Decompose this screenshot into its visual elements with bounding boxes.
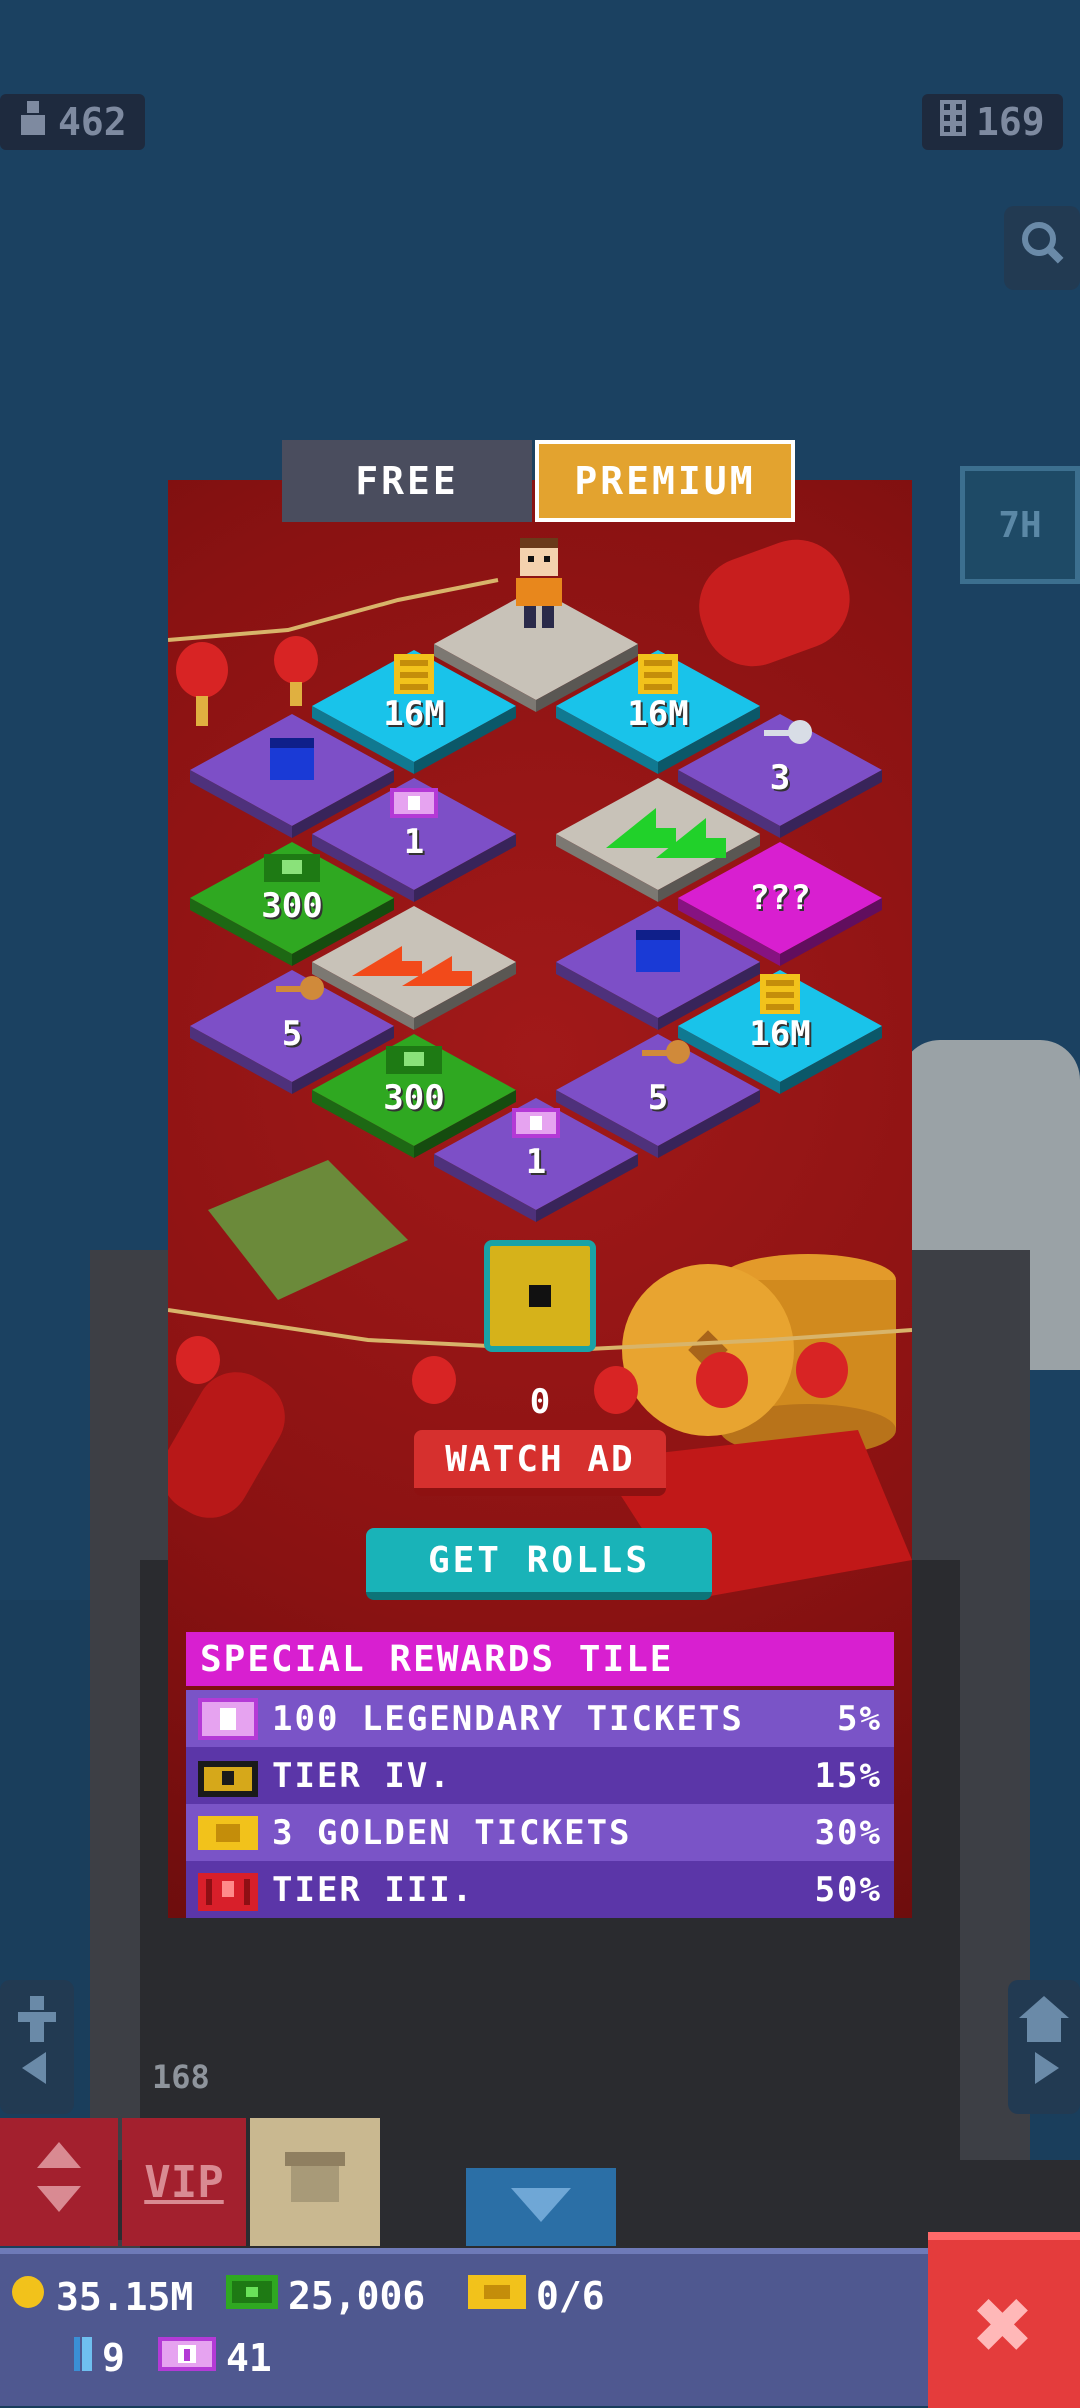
legendary-ticket-icon xyxy=(390,788,438,818)
special-rewards-title: SPECIAL REWARDS TILE xyxy=(186,1632,894,1686)
currency-bar: 35.15M 25,006 0/6 9 41 xyxy=(0,2248,930,2406)
board-tile-legendary-ticket: 1 xyxy=(434,1098,638,1222)
search-icon xyxy=(1017,217,1067,279)
legendary-tickets-display: 41 xyxy=(158,2336,272,2380)
building-icon xyxy=(940,99,966,145)
reward-row: TIER III. 50% xyxy=(186,1861,894,1918)
lantern-icon xyxy=(176,1336,220,1384)
coins-value: 35.15M xyxy=(56,2274,194,2319)
coin-stack-icon xyxy=(760,974,800,1014)
search-button[interactable] xyxy=(1004,206,1080,290)
population-value: 462 xyxy=(58,100,127,144)
elevator-left-button[interactable] xyxy=(0,1980,74,2114)
tile-label: 16M xyxy=(749,1014,811,1054)
lantern-icon xyxy=(696,1352,748,1408)
close-icon: ✖ xyxy=(973,2265,1035,2383)
board-tile-mystery: ??? xyxy=(678,842,882,966)
roll-count: 0 xyxy=(529,1382,551,1422)
chest-icon xyxy=(636,930,680,972)
golden-tickets-display: 0/6 xyxy=(468,2274,605,2318)
elevator-button[interactable] xyxy=(0,2118,118,2246)
timer-badge[interactable]: 7H xyxy=(960,466,1080,584)
reward-row: 3 GOLDEN TICKETS 30% xyxy=(186,1804,894,1861)
person-icon xyxy=(18,100,48,144)
reward-label: TIER IV. xyxy=(272,1755,452,1796)
bux-icon xyxy=(226,2274,278,2318)
reward-chance: 50% xyxy=(814,1869,882,1910)
watch-ad-label: WATCH AD xyxy=(445,1438,635,1480)
chest-icon xyxy=(270,738,314,780)
coin-stack-icon xyxy=(394,654,434,694)
timer-label: 7H xyxy=(998,504,1042,546)
home-right-button[interactable] xyxy=(1008,1980,1080,2114)
watch-ad-button[interactable]: WATCH AD xyxy=(414,1430,666,1496)
golden-ticket-icon xyxy=(198,1812,272,1854)
dice-pip xyxy=(529,1285,551,1307)
firecracker-icon xyxy=(168,1372,285,1518)
reward-chance: 30% xyxy=(814,1812,882,1853)
legendary-tickets-value: 41 xyxy=(226,2336,272,2380)
bux-display: 25,006 xyxy=(226,2274,425,2318)
tile-label: ??? xyxy=(749,878,811,918)
floors-value: 169 xyxy=(976,100,1045,144)
floor-number: 168 xyxy=(152,2058,210,2096)
legendary-ticket-icon xyxy=(512,1108,560,1138)
keys-value: 9 xyxy=(102,2336,125,2380)
floors-counter: 169 xyxy=(922,94,1063,150)
tier-iii-chest-icon xyxy=(198,1869,272,1911)
box-icon xyxy=(285,2151,345,2213)
golden-ticket-icon xyxy=(468,2274,526,2318)
coin-icon xyxy=(10,2274,46,2319)
tab-free[interactable]: FREE xyxy=(282,440,532,522)
lantern-icon xyxy=(412,1356,456,1404)
reward-chance: 5% xyxy=(837,1698,882,1739)
legendary-ticket-icon xyxy=(198,1697,272,1740)
reward-row: 100 LEGENDARY TICKETS 5% xyxy=(186,1690,894,1747)
special-rewards-table: SPECIAL REWARDS TILE 100 LEGENDARY TICKE… xyxy=(186,1632,894,1918)
board-tile-silver-key: 3 xyxy=(678,714,882,838)
population-counter: 462 xyxy=(0,94,145,150)
close-button[interactable]: ✖ xyxy=(928,2232,1080,2408)
vip-label: VIP xyxy=(144,2156,224,2208)
keys-display: 9 xyxy=(74,2336,125,2380)
cash-icon xyxy=(386,1046,442,1074)
person-arrow-left-icon xyxy=(12,1996,62,2098)
coin-stack-icon xyxy=(638,654,678,694)
player-character xyxy=(516,538,562,628)
chevron-down-icon xyxy=(511,2182,571,2233)
tile-label: 1 xyxy=(525,1142,547,1182)
tamale-icon xyxy=(208,1160,408,1300)
legendary-ticket-icon xyxy=(158,2336,216,2380)
tier-iv-chest-icon xyxy=(198,1755,272,1797)
get-rolls-label: GET ROLLS xyxy=(427,1539,651,1581)
tab-premium[interactable]: PREMIUM xyxy=(535,440,795,522)
tile-label: 3 xyxy=(769,758,791,798)
reward-label: 100 LEGENDARY TICKETS xyxy=(272,1698,744,1739)
tab-premium-label: PREMIUM xyxy=(574,459,756,503)
key-card-icon xyxy=(74,2336,92,2380)
home-arrow-right-icon xyxy=(1019,1996,1069,2098)
reward-label: 3 GOLDEN TICKETS xyxy=(272,1812,632,1853)
bux-value: 25,006 xyxy=(288,2274,426,2318)
cash-icon xyxy=(264,854,320,882)
coins-display: 35.15M xyxy=(10,2274,193,2319)
lantern-icon xyxy=(796,1342,848,1398)
coin-stack-icon xyxy=(622,1254,896,1456)
bottom-toolbar: VIP xyxy=(0,2118,1080,2246)
reward-row: TIER IV. 15% xyxy=(186,1747,894,1804)
reward-chance: 15% xyxy=(814,1755,882,1796)
vip-button[interactable]: VIP xyxy=(122,2118,246,2246)
inventory-button[interactable] xyxy=(250,2118,380,2246)
board-tile-coins: 16M xyxy=(678,970,882,1094)
get-rolls-button[interactable]: GET ROLLS xyxy=(366,1528,712,1600)
up-down-arrows-icon xyxy=(37,2141,81,2223)
reward-label: TIER III. xyxy=(272,1869,475,1910)
dice[interactable] xyxy=(484,1240,596,1352)
lantern-icon xyxy=(594,1366,638,1414)
tab-free-label: FREE xyxy=(355,459,459,503)
collapse-button[interactable] xyxy=(466,2168,616,2246)
golden-tickets-value: 0/6 xyxy=(536,2274,605,2318)
